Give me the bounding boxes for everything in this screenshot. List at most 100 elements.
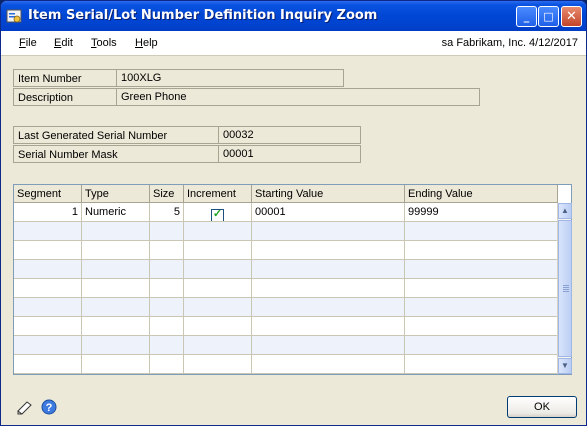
item-number-field: 100XLG [116,69,344,87]
user-company-date: sa Fabrikam, Inc. 4/12/2017 [441,37,578,49]
menu-help[interactable]: Help [135,37,158,49]
col-type[interactable]: Type [82,185,150,203]
empty-cell [150,241,184,260]
empty-cell [150,298,184,317]
col-segment[interactable]: Segment [14,185,82,203]
table-row[interactable] [14,336,558,355]
empty-cell [184,260,252,279]
empty-cell [150,222,184,241]
app-icon [6,9,22,23]
empty-cell [405,222,558,241]
description-field: Green Phone [116,88,480,106]
cell-starting-value: 00001 [252,203,405,222]
table-row[interactable]: 1 Numeric 5 ✓ 00001 99999 [14,203,558,222]
note-icon[interactable] [15,398,33,416]
empty-cell [184,222,252,241]
increment-checkbox[interactable]: ✓ [211,208,224,221]
cell-segment: 1 [14,203,82,222]
scrollbar-thumb[interactable] [558,220,572,357]
cell-increment: ✓ [184,203,252,222]
col-increment[interactable]: Increment [184,185,252,203]
empty-cell [150,355,184,374]
menu-tools[interactable]: Tools [91,37,117,49]
table-row[interactable] [14,260,558,279]
menu-edit-label: dit [61,37,73,49]
empty-cell [184,336,252,355]
empty-cell [150,279,184,298]
table-row[interactable] [14,298,558,317]
grid-scrollbar[interactable]: ▲ ▼ [557,203,572,374]
empty-cell [252,222,405,241]
empty-cell [184,298,252,317]
empty-cell [252,298,405,317]
empty-cell [184,279,252,298]
empty-cell [150,336,184,355]
empty-cell [252,355,405,374]
empty-cell [82,222,150,241]
table-row[interactable] [14,355,558,374]
help-icon[interactable]: ? [40,398,58,416]
empty-cell [150,260,184,279]
menu-file-accel: F [19,37,26,49]
col-size[interactable]: Size [150,185,184,203]
empty-cell [252,260,405,279]
empty-cell [184,317,252,336]
empty-cell [14,317,82,336]
segment-grid[interactable]: Segment Type Size Increment Starting Val… [13,184,572,375]
menu-file[interactable]: File [19,37,37,49]
serial-mask-field: 00001 [218,145,361,163]
col-ending-value[interactable]: Ending Value [405,185,558,203]
thumb-grip [563,287,569,288]
empty-cell [82,260,150,279]
menu-file-label: ile [25,37,37,49]
thumb-grip [563,291,569,292]
inquiry-window: Item Serial/Lot Number Definition Inquir… [0,0,587,426]
description-label: Description [13,88,116,106]
scroll-down-icon[interactable]: ▼ [558,358,572,374]
svg-text:?: ? [46,402,53,414]
empty-cell [14,279,82,298]
cell-type: Numeric [82,203,150,222]
cell-size: 5 [150,203,184,222]
close-button[interactable]: ✕ [561,6,582,27]
thumb-grip [563,285,569,286]
table-row[interactable] [14,222,558,241]
grid-header: Segment Type Size Increment Starting Val… [14,185,558,203]
item-number-label: Item Number [13,69,116,87]
empty-cell [405,260,558,279]
empty-cell [82,241,150,260]
title-bar[interactable]: Item Serial/Lot Number Definition Inquir… [1,1,586,31]
table-row[interactable] [14,317,558,336]
menu-edit[interactable]: Edit [54,37,73,49]
thumb-grip [563,289,569,290]
cell-ending-value: 99999 [405,203,558,222]
empty-cell [82,336,150,355]
empty-cell [14,298,82,317]
last-generated-serial-label: Last Generated Serial Number [13,126,218,144]
menu-help-label: elp [142,37,158,49]
empty-cell [405,298,558,317]
last-generated-serial-field: 00032 [218,126,361,144]
menu-help-accel: H [135,37,143,49]
table-row[interactable] [14,279,558,298]
empty-cell [14,336,82,355]
empty-cell [184,241,252,260]
empty-cell [82,279,150,298]
minimize-button[interactable]: _ [516,6,537,27]
menu-tools-label: ools [96,37,117,49]
checkmark-icon: ✓ [212,208,223,220]
maximize-button[interactable]: □ [538,6,559,27]
empty-cell [150,317,184,336]
menu-bar: File Edit Tools Help sa Fabrikam, Inc. 4… [1,31,586,56]
table-row[interactable] [14,241,558,260]
empty-cell [405,241,558,260]
empty-cell [82,317,150,336]
bottom-bar: ? OK [1,391,586,425]
empty-cell [82,355,150,374]
ok-button[interactable]: OK [507,396,577,418]
empty-cell [184,355,252,374]
col-starting-value[interactable]: Starting Value [252,185,405,203]
serial-mask-label: Serial Number Mask [13,145,218,163]
scroll-up-icon[interactable]: ▲ [558,203,572,219]
empty-cell [252,317,405,336]
